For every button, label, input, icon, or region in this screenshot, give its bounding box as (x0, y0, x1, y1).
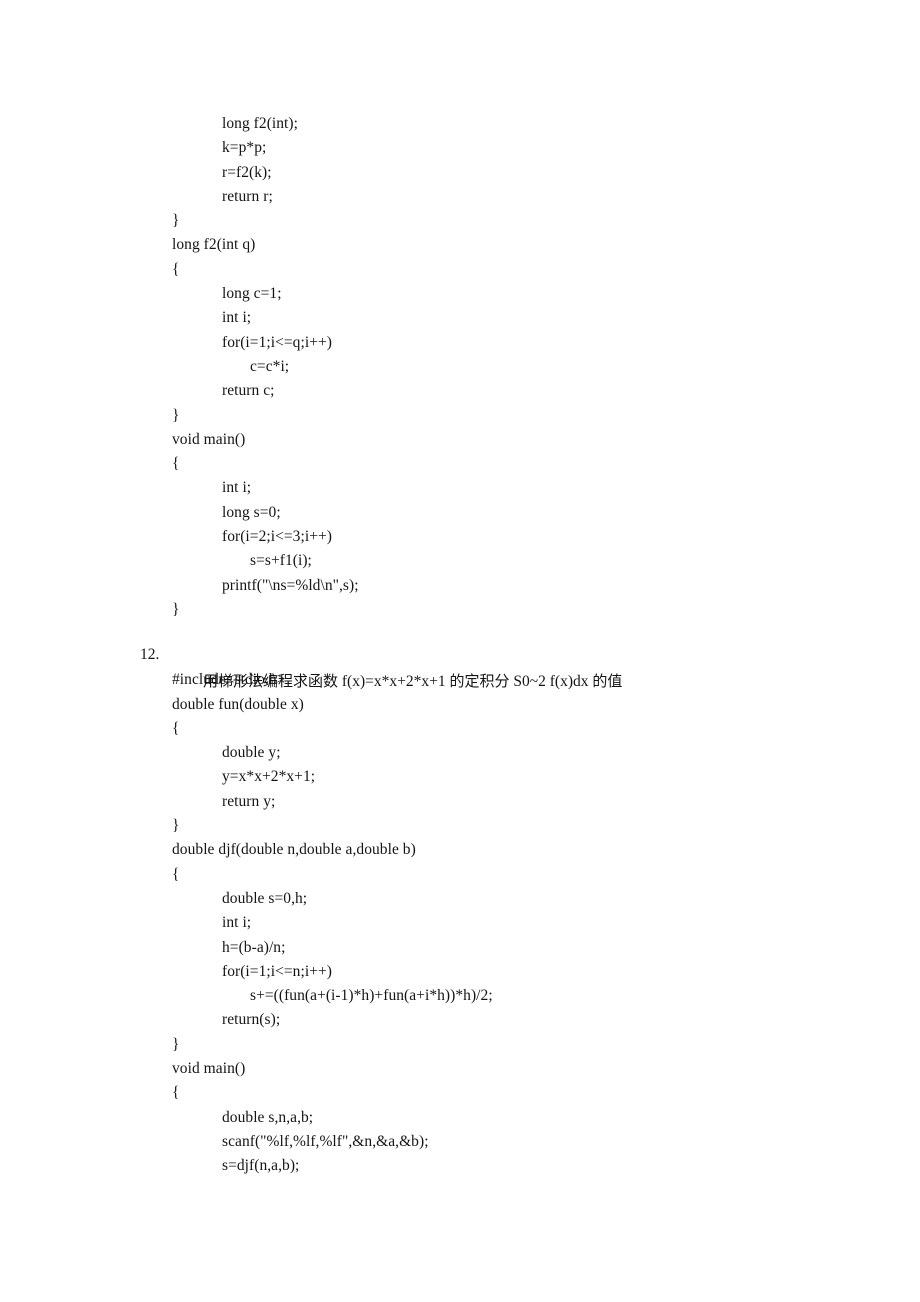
code-line: double s=0,h; (222, 889, 308, 907)
code-line: { (172, 455, 180, 473)
code-line: } (172, 212, 180, 230)
code-line: r=f2(k); (222, 163, 272, 181)
code-line: double s,n,a,b; (222, 1108, 314, 1126)
code-line: for(i=1;i<=q;i++) (222, 333, 332, 351)
code-line: return(s); (222, 1011, 281, 1029)
code-line: for(i=1;i<=n;i++) (222, 962, 332, 980)
code-line: c=c*i; (250, 357, 290, 375)
code-line: int i; (222, 479, 252, 497)
page-content: long f2(int); k=p*p; r=f2(k); return r;} lon… (0, 0, 920, 1178)
code-line: k=p*p; (222, 139, 267, 157)
code-line: h=(b-a)/n; (222, 938, 286, 956)
code-line: double djf(double n,double a,double b) (172, 841, 416, 859)
item-title-cjk-2: 的定积分 (449, 672, 510, 691)
item-title-latin-2: S0~2 f(x)dx (509, 673, 593, 691)
top-margin (0, 0, 920, 112)
code-line: for(i=2;i<=3;i++) (222, 528, 332, 546)
code-line: } (172, 817, 180, 835)
code-line: int i; (222, 914, 252, 932)
code-line: double y; (222, 744, 281, 762)
document-page: long f2(int); k=p*p; r=f2(k); return r;} lon… (0, 0, 920, 1302)
code-line: long s=0; (222, 503, 281, 521)
item-title: 用梯形法编程求函数 f(x)=x*x+2*x+1 的定积分 S0~2 f(x)d… (0, 642, 920, 690)
code-line: void main() (172, 1059, 246, 1077)
code-line: { (172, 260, 180, 278)
code-line: s=djf(n,a,b); (222, 1157, 300, 1175)
code-line: return c; (222, 382, 275, 400)
code-line: long c=1; (222, 285, 282, 303)
code-block-continuation: long f2(int); k=p*p; r=f2(k); return r;} lon… (0, 112, 920, 622)
code-line: s+=((fun(a+(i-1)*h)+fun(a+i*h))*h)/2; (250, 987, 493, 1005)
code-line: void main() (172, 430, 246, 448)
code-block-item-12: #include<stdio.h> double fun(double x){do… (0, 668, 920, 1178)
code-line: long f2(int); (222, 115, 298, 132)
item-title-cjk-3: 的值 (592, 672, 623, 691)
code-line: long f2(int q) (172, 236, 256, 254)
code-line: int i; (222, 309, 252, 327)
code-line: double fun(double x) (172, 695, 304, 713)
code-line: { (172, 865, 180, 883)
code-line: return y; (222, 792, 276, 810)
code-line: { (172, 719, 180, 737)
code-line: printf("\ns=%ld\n",s); (222, 576, 359, 594)
item-title-latin-1: f(x)=x*x+2*x+1 (338, 673, 450, 691)
code-line: return r; (222, 187, 273, 205)
code-line: } (172, 600, 180, 618)
exercise-item-12: 12. 用梯形法编程求函数 f(x)=x*x+2*x+1 的定积分 S0~2 f… (0, 642, 920, 1178)
code-line: s=s+f1(i); (250, 552, 312, 570)
code-line: } (172, 1035, 180, 1053)
code-line: scanf("%lf,%lf,%lf",&n,&a,&b); (222, 1132, 429, 1150)
code-line: { (172, 1084, 180, 1102)
code-line: } (172, 406, 180, 424)
item-number: 12. (140, 646, 160, 664)
code-line: y=x*x+2*x+1; (222, 768, 316, 786)
